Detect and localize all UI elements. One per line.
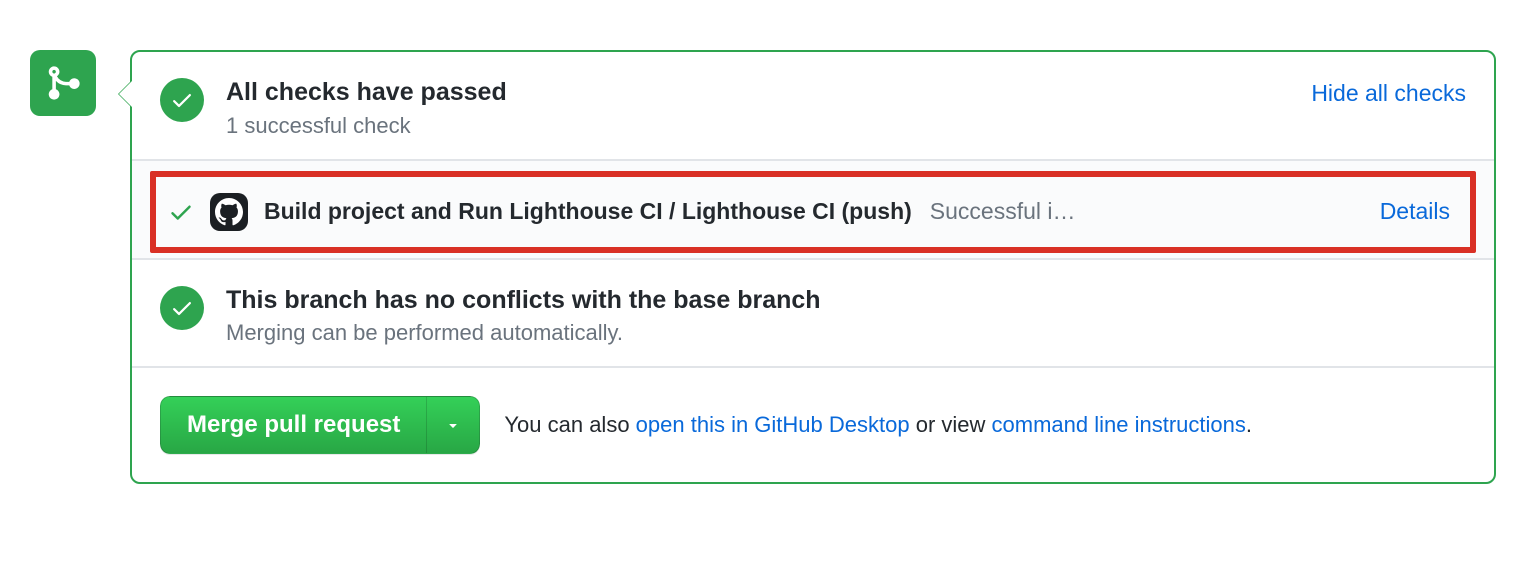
merge-panel: All checks have passed 1 successful chec… — [130, 50, 1496, 484]
merge-status-container: All checks have passed 1 successful chec… — [30, 50, 1496, 484]
conflicts-title: This branch has no conflicts with the ba… — [226, 284, 1466, 317]
checks-summary-section: All checks have passed 1 successful chec… — [132, 52, 1494, 159]
open-github-desktop-link[interactable]: open this in GitHub Desktop — [636, 412, 910, 437]
check-icon — [170, 296, 194, 320]
conflicts-success-badge — [160, 286, 204, 330]
check-status-text: Successful i… — [930, 198, 1076, 225]
conflicts-section: This branch has no conflicts with the ba… — [132, 260, 1494, 367]
checks-summary-body: All checks have passed 1 successful chec… — [226, 76, 1291, 139]
conflicts-body: This branch has no conflicts with the ba… — [226, 284, 1466, 347]
merge-button-group: Merge pull request — [160, 396, 480, 454]
merge-pull-request-button[interactable]: Merge pull request — [160, 396, 426, 454]
checks-list: Build project and Run Lighthouse CI / Li… — [132, 159, 1494, 260]
check-row: Build project and Run Lighthouse CI / Li… — [150, 171, 1476, 253]
checks-title: All checks have passed — [226, 76, 1291, 109]
check-details-link[interactable]: Details — [1380, 198, 1450, 225]
timeline-merge-badge — [30, 50, 96, 116]
merge-help-middle: or view — [910, 412, 992, 437]
merge-footer: Merge pull request You can also open thi… — [132, 366, 1494, 482]
panel-caret — [119, 81, 132, 107]
triangle-down-icon — [445, 417, 461, 433]
check-success-icon — [168, 199, 194, 225]
merge-help-text: You can also open this in GitHub Desktop… — [504, 412, 1252, 438]
git-merge-icon — [44, 64, 82, 102]
toggle-checks-link[interactable]: Hide all checks — [1311, 80, 1466, 107]
check-name: Build project and Run Lighthouse CI / Li… — [264, 198, 912, 225]
merge-help-prefix: You can also — [504, 412, 635, 437]
check-text: Build project and Run Lighthouse CI / Li… — [264, 198, 1334, 225]
merge-options-dropdown[interactable] — [426, 396, 480, 454]
merge-help-suffix: . — [1246, 412, 1252, 437]
github-mark-icon — [215, 198, 243, 226]
check-icon — [170, 88, 194, 112]
conflicts-subtitle: Merging can be performed automatically. — [226, 320, 1466, 346]
checks-success-badge — [160, 78, 204, 122]
command-line-instructions-link[interactable]: command line instructions — [992, 412, 1246, 437]
github-actions-avatar — [210, 193, 248, 231]
checks-subtitle: 1 successful check — [226, 113, 1291, 139]
